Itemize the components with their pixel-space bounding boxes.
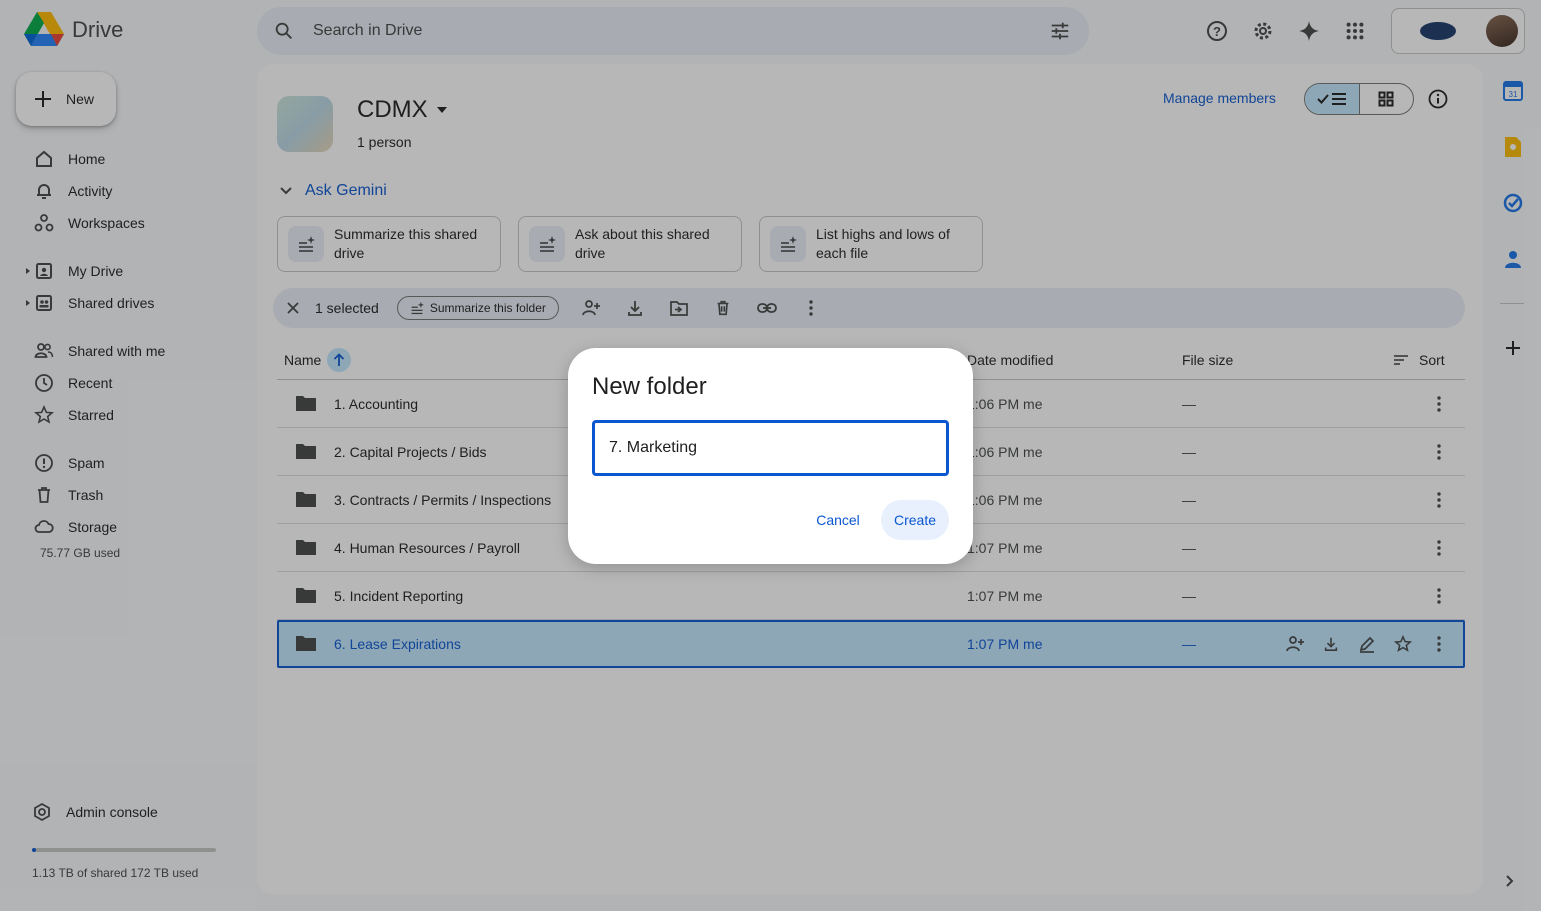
cancel-button[interactable]: Cancel	[804, 500, 872, 540]
dialog-title: New folder	[592, 373, 707, 400]
new-folder-dialog: New folder Cancel Create	[568, 348, 973, 564]
create-button[interactable]: Create	[881, 500, 949, 540]
folder-name-input[interactable]	[592, 420, 949, 476]
